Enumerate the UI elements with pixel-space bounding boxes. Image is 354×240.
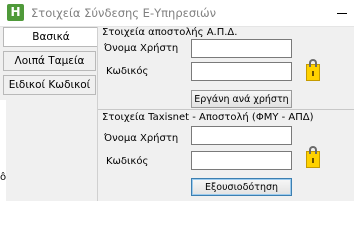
authorization-button[interactable]: Εξουσιοδότηση bbox=[191, 178, 292, 196]
authorization-label: Εξουσιοδότηση bbox=[204, 181, 279, 193]
taxisnet-password-input[interactable] bbox=[191, 151, 292, 170]
window-title: Στοιχεία Σύνδεσης Ε-Υπηρεσιών bbox=[31, 6, 217, 20]
taxisnet-section-title: Στοιχεία Taxisnet - Αποστολή (ΦΜΥ - ΑΠΔ) bbox=[102, 112, 314, 123]
lock-shackle bbox=[309, 59, 317, 67]
tab-basic[interactable]: Βασικά bbox=[3, 27, 98, 47]
ergani-per-user-label: Εργάνη ανά χρήστη bbox=[194, 93, 289, 105]
section-divider bbox=[98, 109, 354, 110]
title-bar: H Στοιχεία Σύνδεσης Ε-Υπηρεσιών bbox=[0, 0, 354, 27]
apd-username-input[interactable] bbox=[191, 39, 292, 58]
tab-content-panel: Στοιχεία αποστολής Α.Π.Δ. Όνομα Χρήστη Κ… bbox=[97, 27, 354, 201]
apd-username-label: Όνομα Χρήστη bbox=[104, 43, 179, 54]
apd-password-label: Κωδικός bbox=[106, 66, 149, 77]
lock-icon[interactable] bbox=[306, 59, 320, 81]
tab-basic-label: Βασικά bbox=[32, 31, 70, 43]
apd-section-title: Στοιχεία αποστολής Α.Π.Δ. bbox=[102, 27, 238, 38]
tab-other-funds-label: Λοιπά Ταμεία bbox=[14, 55, 85, 67]
taxisnet-username-label: Όνομα Χρήστη bbox=[104, 133, 179, 144]
side-truncated-text: ô bbox=[0, 172, 6, 183]
dialog-client-area: Βασικά Λοιπά Ταμεία Ειδικοί Κωδικοί ô Στ… bbox=[0, 27, 354, 201]
minimize-icon[interactable] bbox=[334, 0, 354, 26]
apd-password-input[interactable] bbox=[191, 62, 292, 81]
lock-keyhole bbox=[312, 71, 314, 76]
ergani-per-user-button[interactable]: Εργάνη ανά χρήστη bbox=[191, 90, 292, 108]
app-icon: H bbox=[7, 4, 24, 21]
tab-special-codes-label: Ειδικοί Κωδικοί bbox=[8, 79, 91, 91]
taxisnet-username-input[interactable] bbox=[191, 126, 292, 145]
lock-shackle bbox=[309, 146, 317, 154]
left-pane bbox=[0, 100, 6, 201]
lock-icon[interactable] bbox=[306, 146, 320, 168]
tab-other-funds[interactable]: Λοιπά Ταμεία bbox=[3, 51, 96, 71]
lock-keyhole bbox=[312, 158, 314, 163]
tab-special-codes[interactable]: Ειδικοί Κωδικοί bbox=[3, 75, 96, 95]
taxisnet-password-label: Κωδικός bbox=[106, 156, 149, 167]
